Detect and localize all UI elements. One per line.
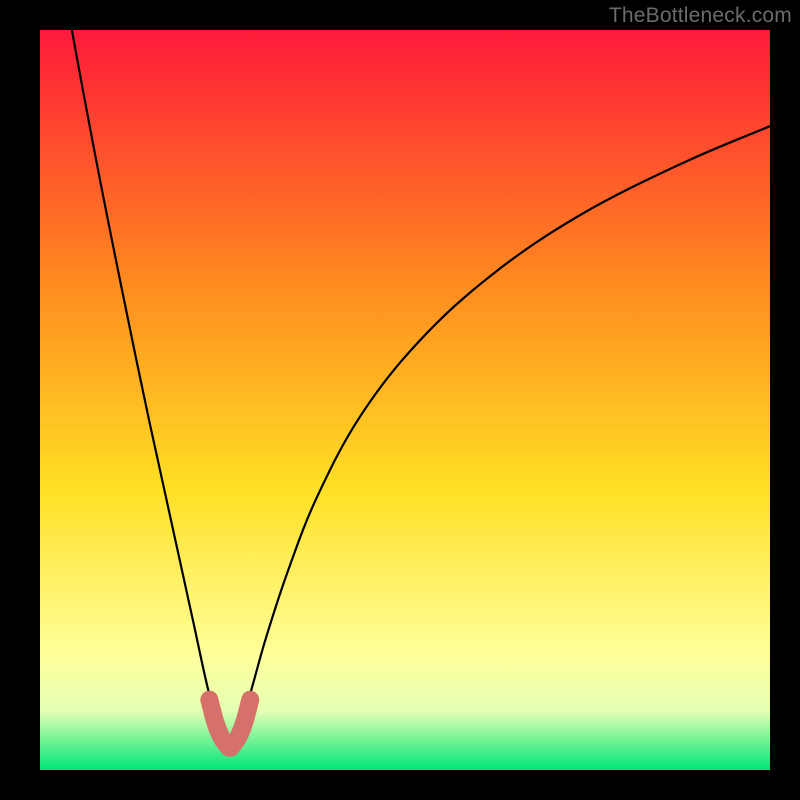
gradient-background	[40, 30, 770, 770]
plot-svg	[40, 30, 770, 770]
chart-frame: TheBottleneck.com	[0, 0, 800, 800]
watermark-text: TheBottleneck.com	[609, 4, 792, 28]
plot-area	[40, 30, 770, 770]
